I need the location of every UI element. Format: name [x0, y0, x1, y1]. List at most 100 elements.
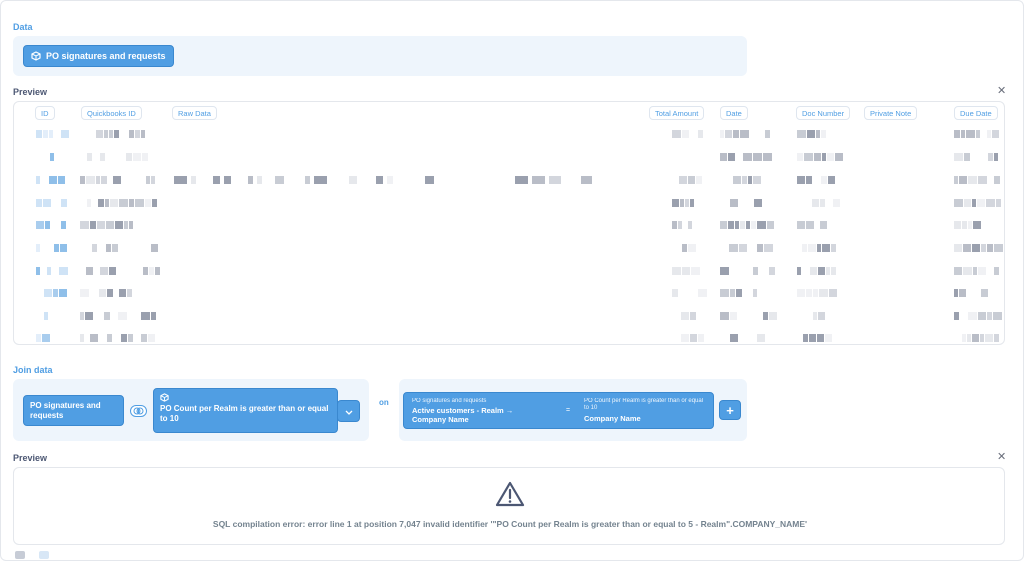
blurred-cell [978, 312, 986, 320]
blurred-cell [682, 244, 687, 252]
blurred-cell [962, 334, 966, 342]
blurred-cell [797, 130, 806, 138]
blurred-cell [50, 153, 54, 161]
right-table-label: PO Count per Realm is greater than or eq… [160, 404, 329, 423]
column-header-quickbooks-id[interactable]: Quickbooks ID [81, 106, 142, 120]
preview-title-2: Preview [13, 453, 48, 463]
blurred-cell [690, 199, 694, 207]
blurred-cell [49, 130, 53, 138]
blurred-cell [92, 244, 97, 252]
close-icon[interactable]: ✕ [997, 452, 1006, 463]
blurred-cell [121, 334, 127, 342]
table-icon [31, 51, 41, 61]
column-header-total-amount[interactable]: Total Amount [649, 106, 705, 120]
blurred-cell [988, 153, 993, 161]
blurred-cell [831, 267, 836, 275]
blurred-cell [987, 312, 992, 320]
condition-right-source: PO Count per Realm is greater than or eq… [584, 398, 704, 411]
blurred-cell [682, 267, 690, 275]
blurred-cell [36, 176, 40, 184]
right-table-dropdown[interactable] [337, 400, 360, 422]
blurred-cell [964, 153, 970, 161]
blurred-cell [248, 176, 253, 184]
blurred-cell [753, 267, 758, 275]
join-condition-button[interactable]: PO signatures and requests Active custom… [403, 392, 714, 429]
join-type-icon[interactable] [130, 405, 147, 417]
blurred-cell [994, 153, 998, 161]
blurred-cell [807, 130, 815, 138]
blurred-cell [987, 244, 993, 252]
column-header-private-note[interactable]: Private Note [864, 106, 918, 120]
blurred-cell [36, 199, 42, 207]
add-condition-button[interactable]: + [719, 400, 741, 420]
blurred-cell [809, 334, 816, 342]
blurred-cell [730, 334, 738, 342]
blurred-cell [764, 244, 773, 252]
bottom-action-2[interactable] [39, 551, 49, 559]
blurred-cell [59, 267, 68, 275]
blurred-cell [987, 130, 991, 138]
blurred-cell [816, 130, 820, 138]
blurred-cell [735, 221, 739, 229]
blurred-cell [810, 267, 817, 275]
blurred-cell [515, 176, 528, 184]
blurred-cell [954, 267, 962, 275]
blurred-cell [753, 289, 757, 297]
blurred-cell [797, 176, 805, 184]
blurred-cell [981, 289, 988, 297]
blurred-cell [44, 312, 48, 320]
blurred-cell [151, 176, 155, 184]
blurred-cell [835, 153, 843, 161]
blurred-cell [797, 267, 801, 275]
blurred-cell [53, 289, 58, 297]
column-header-date[interactable]: Date [720, 106, 748, 120]
column-header-id[interactable]: ID [35, 106, 55, 120]
blurred-cell [680, 199, 684, 207]
blurred-cell [110, 199, 118, 207]
condition-right-field: Company Name [584, 414, 641, 423]
blurred-cell [827, 153, 834, 161]
blurred-cell [135, 199, 144, 207]
column-header-raw-data[interactable]: Raw Data [172, 106, 217, 120]
blurred-cell [678, 221, 682, 229]
blurred-cell [740, 130, 749, 138]
data-step-panel: PO signatures and requests [13, 36, 747, 76]
bottom-action-1[interactable] [15, 551, 25, 559]
data-source-button[interactable]: PO signatures and requests [23, 45, 174, 67]
blurred-cell [720, 267, 729, 275]
blurred-cell [145, 199, 151, 207]
blurred-cell [90, 221, 96, 229]
close-icon[interactable]: ✕ [997, 86, 1006, 97]
blurred-cell [986, 199, 995, 207]
blurred-cell [757, 244, 763, 252]
right-table-button[interactable]: PO Count per Realm is greater than or eq… [153, 388, 338, 433]
blurred-cell [107, 334, 112, 342]
blurred-cell [822, 244, 830, 252]
blurred-cell [725, 130, 732, 138]
left-table-button[interactable]: PO signatures and requests [23, 395, 124, 426]
blurred-cell [36, 267, 40, 275]
preview-table[interactable]: ID Quickbooks ID Raw Data Total Amount D… [13, 101, 1005, 345]
blurred-cell [959, 289, 966, 297]
blurred-cell [146, 176, 150, 184]
blurred-cell [733, 176, 741, 184]
column-header-due-date[interactable]: Due Date [954, 106, 998, 120]
blurred-cell [672, 221, 677, 229]
blurred-cell [821, 176, 827, 184]
blurred-cell [688, 176, 695, 184]
blurred-cell [962, 221, 967, 229]
blurred-cell [672, 289, 678, 297]
blurred-cell [972, 244, 980, 252]
blurred-cell [797, 221, 805, 229]
blurred-cell [549, 176, 561, 184]
join-section-title: Join data [13, 365, 53, 375]
blurred-cell [113, 176, 121, 184]
blurred-cell [133, 153, 141, 161]
blurred-cell [967, 334, 971, 342]
blurred-cell [818, 267, 825, 275]
blurred-cell [90, 334, 98, 342]
column-header-doc-number[interactable]: Doc Number [796, 106, 851, 120]
blurred-cell [141, 130, 145, 138]
blurred-cell [767, 221, 774, 229]
blurred-cell [993, 312, 1002, 320]
